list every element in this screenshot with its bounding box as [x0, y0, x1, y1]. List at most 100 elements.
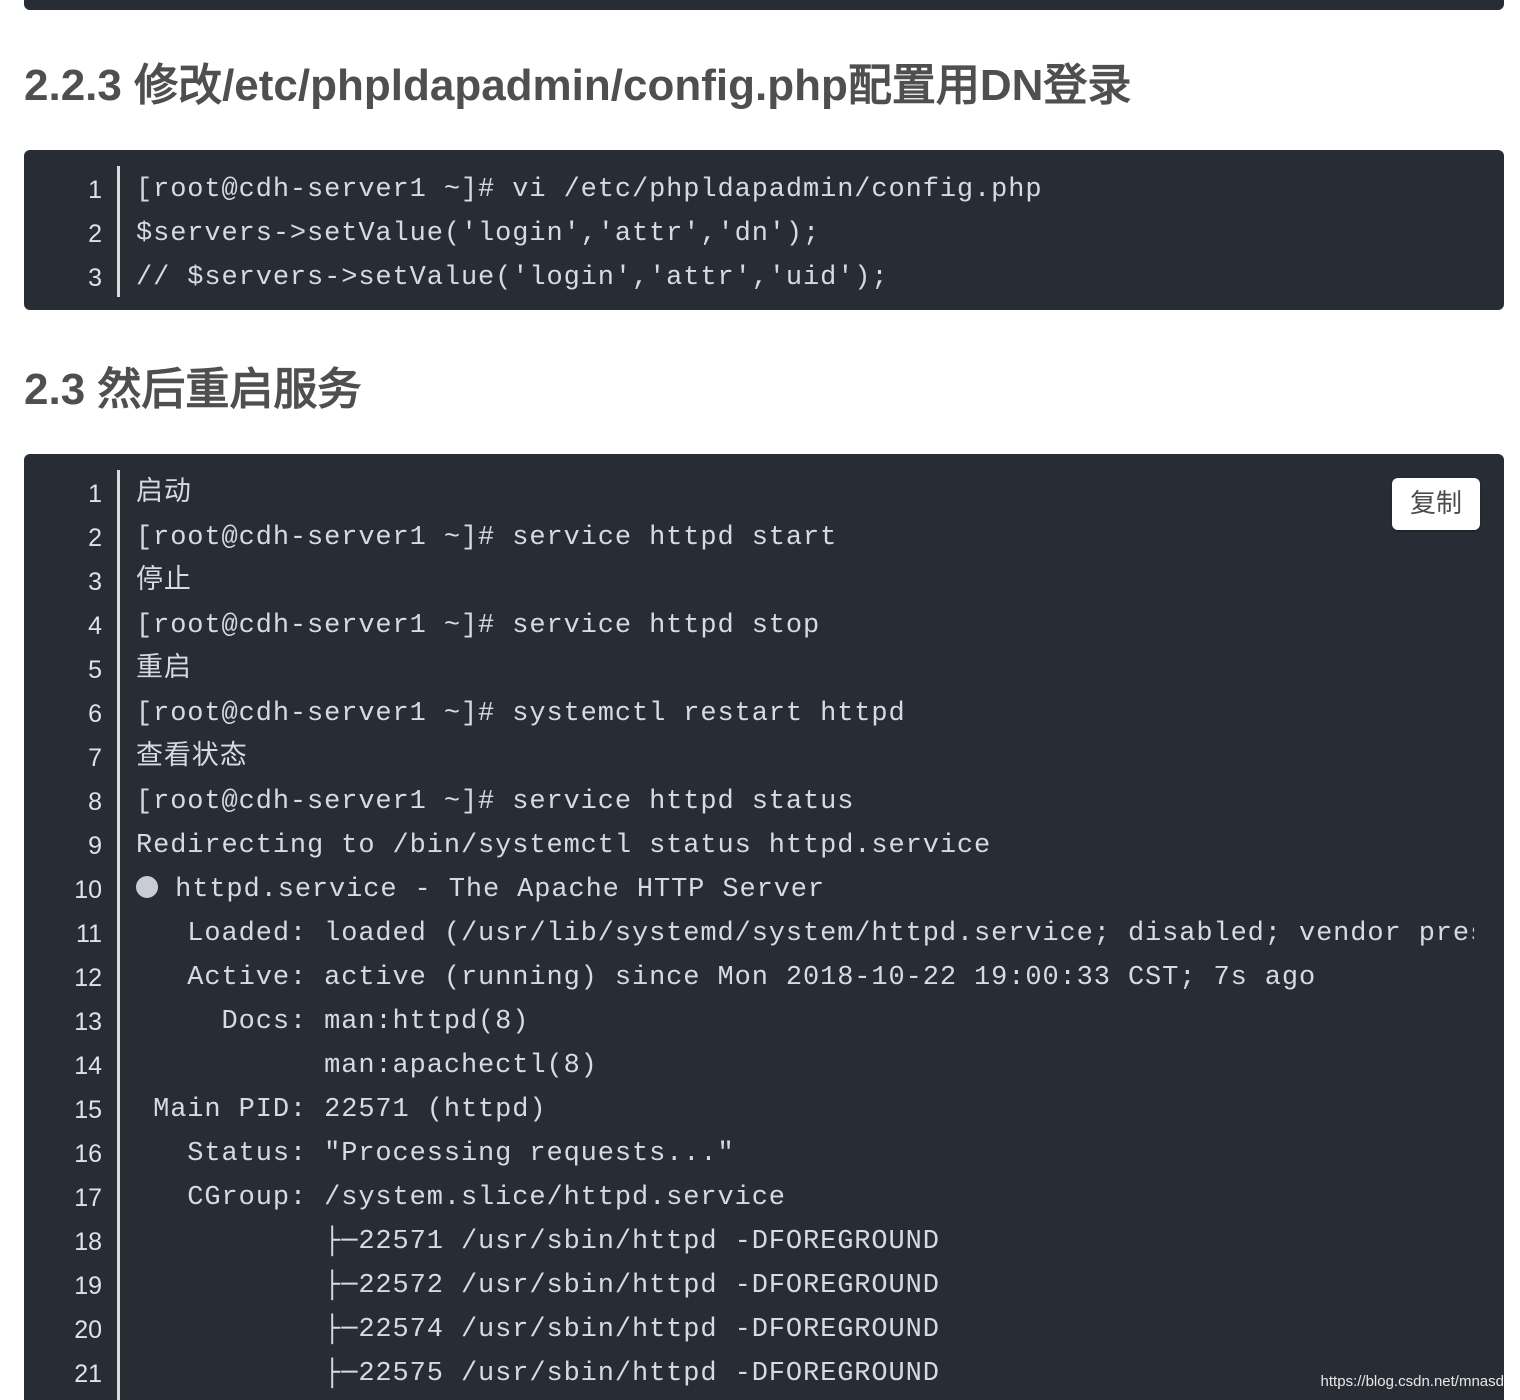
code-text-content: Redirecting to /bin/systemctl status htt… — [136, 831, 992, 861]
line-number: 14 — [74, 1052, 102, 1080]
code-block-restart[interactable]: 1 启动 2 [root@cdh-server1 ~]# service httpd … — [24, 454, 1504, 1400]
code-text: ├─22572 /usr/sbin/httpd -DFOREGROUND — [136, 1264, 1474, 1308]
code-line: 12 Active: active (running) since Mon 20… — [24, 956, 1504, 1000]
code-line: 2 $servers->setValue('login','attr','dn')… — [24, 212, 1504, 256]
section-heading-restart: 2.3 然后重启服务 — [24, 365, 362, 414]
code-text: Status: "Processing requests..." — [136, 1132, 1474, 1176]
line-number: 2 — [88, 524, 102, 552]
line-number: 4 — [88, 612, 102, 640]
line-number: 5 — [88, 656, 102, 684]
code-text: 停止 — [136, 560, 1474, 604]
code-text-content: // $servers->setValue('login','attr','ui… — [136, 263, 889, 293]
code-line: 21 ├─22575 /usr/sbin/httpd -DFOREGROUND — [24, 1352, 1504, 1396]
code-text: CGroup: /system.slice/httpd.service — [136, 1176, 1474, 1220]
code-line: 1 [root@cdh-server1 ~]# vi /etc/phpldapad… — [24, 168, 1504, 212]
line-number: 18 — [74, 1228, 102, 1256]
line-number: 13 — [74, 1008, 102, 1036]
code-text-content: [root@cdh-server1 ~]# service httpd star… — [136, 523, 838, 553]
line-number: 10 — [74, 876, 102, 904]
code-text: [root@cdh-server1 ~]# service httpd stat… — [136, 780, 1474, 824]
code-text: Main PID: 22571 (httpd) — [136, 1088, 1474, 1132]
line-number: 20 — [74, 1316, 102, 1344]
code-line: 20 ├─22574 /usr/sbin/httpd -DFOREGROUND — [24, 1308, 1504, 1352]
code-text-content: CGroup: /system.slice/httpd.service — [136, 1183, 786, 1213]
line-number: 21 — [74, 1360, 102, 1388]
code-line: 2 [root@cdh-server1 ~]# service httpd sta… — [24, 516, 1504, 560]
code-text: Active: active (running) since Mon 2018-… — [136, 956, 1474, 1000]
line-number: 7 — [88, 744, 102, 772]
status-dot-icon — [136, 875, 158, 898]
code-line: 8 [root@cdh-server1 ~]# service httpd sta… — [24, 780, 1504, 824]
section-heading-config: 2.2.3 修改/etc/phpldapadmin/config.php配置用D… — [24, 61, 1132, 110]
code-text: $servers->setValue('login','attr','dn'); — [136, 212, 1474, 256]
code-text: Docs: man:httpd(8) — [136, 1000, 1474, 1044]
code-text: man:apachectl(8) — [136, 1044, 1474, 1088]
code-text: [root@cdh-server1 ~]# vi /etc/phpldapadm… — [136, 168, 1474, 212]
code-text-content: [root@cdh-server1 ~]# systemctl restart … — [136, 699, 906, 729]
code-text-content: httpd.service - The Apache HTTP Server — [158, 875, 826, 905]
code-text-content: Active: active (running) since Mon 2018-… — [136, 963, 1317, 993]
code-line: 5 重启 — [24, 648, 1504, 692]
code-line: 16 Status: "Processing requests..." — [24, 1132, 1504, 1176]
code-text-content: Docs: man:httpd(8) — [136, 1007, 530, 1037]
code-text: httpd.service - The Apache HTTP Server — [136, 868, 1474, 912]
code-text: // $servers->setValue('login','attr','ui… — [136, 256, 1474, 300]
code-lines: 1 启动 2 [root@cdh-server1 ~]# service httpd … — [24, 454, 1504, 1396]
code-line: 7 查看状态 — [24, 736, 1504, 780]
watermark: https://blog.csdn.net/mnasd — [1320, 1373, 1504, 1390]
line-number: 16 — [74, 1140, 102, 1168]
code-line: 13 Docs: man:httpd(8) — [24, 1000, 1504, 1044]
code-line: 3 停止 — [24, 560, 1504, 604]
code-line: 18 ├─22571 /usr/sbin/httpd -DFOREGROUND — [24, 1220, 1504, 1264]
code-line: 4 [root@cdh-server1 ~]# service httpd sto… — [24, 604, 1504, 648]
line-number: 15 — [74, 1096, 102, 1124]
code-text: [root@cdh-server1 ~]# systemctl restart … — [136, 692, 1474, 736]
line-number: 9 — [88, 832, 102, 860]
code-line: 11 Loaded: loaded (/usr/lib/systemd/syst… — [24, 912, 1504, 956]
code-text: ├─22574 /usr/sbin/httpd -DFOREGROUND — [136, 1308, 1474, 1352]
code-text: Loaded: loaded (/usr/lib/systemd/system/… — [136, 912, 1474, 956]
code-text-content: $servers->setValue('login','attr','dn'); — [136, 219, 821, 249]
code-text-content: Main PID: 22571 (httpd) — [136, 1095, 547, 1125]
code-text: [root@cdh-server1 ~]# service httpd star… — [136, 516, 1474, 560]
code-text-content: ├─22571 /usr/sbin/httpd -DFOREGROUND — [136, 1227, 940, 1257]
code-line: 9 Redirecting to /bin/systemctl status ht… — [24, 824, 1504, 868]
code-text: 查看状态 — [136, 736, 1474, 780]
code-text-content: 重启 — [136, 655, 192, 685]
line-number: 6 — [88, 700, 102, 728]
code-text-content: 查看状态 — [136, 743, 248, 773]
line-number: 19 — [74, 1272, 102, 1300]
previous-code-block-edge — [24, 0, 1504, 10]
code-text-content: ├─22574 /usr/sbin/httpd -DFOREGROUND — [136, 1315, 940, 1345]
code-text-content: man:apachectl(8) — [136, 1051, 598, 1081]
code-line: 3 // $servers->setValue('login','attr','u… — [24, 256, 1504, 300]
code-text-content: Loaded: loaded (/usr/lib/systemd/system/… — [136, 919, 1474, 949]
code-text: ├─22575 /usr/sbin/httpd -DFOREGROUND — [136, 1352, 1474, 1396]
code-line: 6 [root@cdh-server1 ~]# systemctl restart… — [24, 692, 1504, 736]
line-number: 3 — [88, 264, 102, 292]
line-number: 17 — [74, 1184, 102, 1212]
code-text-content: [root@cdh-server1 ~]# vi /etc/phpldapadm… — [136, 175, 1043, 205]
code-line: 14 man:apachectl(8) — [24, 1044, 1504, 1088]
code-text-content: 停止 — [136, 567, 192, 597]
line-number: 1 — [88, 480, 102, 508]
code-text-content: [root@cdh-server1 ~]# service httpd stat… — [136, 787, 855, 817]
line-number: 12 — [74, 964, 102, 992]
code-line: 19 ├─22572 /usr/sbin/httpd -DFOREGROUND — [24, 1264, 1504, 1308]
code-text: [root@cdh-server1 ~]# service httpd stop — [136, 604, 1474, 648]
line-number: 3 — [88, 568, 102, 596]
code-lines: 1 [root@cdh-server1 ~]# vi /etc/phpldapad… — [24, 150, 1504, 300]
code-text: Redirecting to /bin/systemctl status htt… — [136, 824, 1474, 868]
code-text-content: ├─22575 /usr/sbin/httpd -DFOREGROUND — [136, 1359, 940, 1389]
code-text: 重启 — [136, 648, 1474, 692]
code-line: 10 httpd.service - The Apache HTTP Serve… — [24, 868, 1504, 912]
code-block-config[interactable]: 1 [root@cdh-server1 ~]# vi /etc/phpldapad… — [24, 150, 1504, 310]
code-text: 启动 — [136, 472, 1474, 516]
code-line: 1 启动 — [24, 472, 1504, 516]
code-text-content: Status: "Processing requests..." — [136, 1139, 735, 1169]
code-text-content: 启动 — [136, 479, 192, 509]
line-number: 2 — [88, 220, 102, 248]
code-text-content: [root@cdh-server1 ~]# service httpd stop — [136, 611, 821, 641]
line-number: 11 — [76, 920, 102, 948]
copy-button[interactable]: 复制 — [1392, 478, 1480, 530]
